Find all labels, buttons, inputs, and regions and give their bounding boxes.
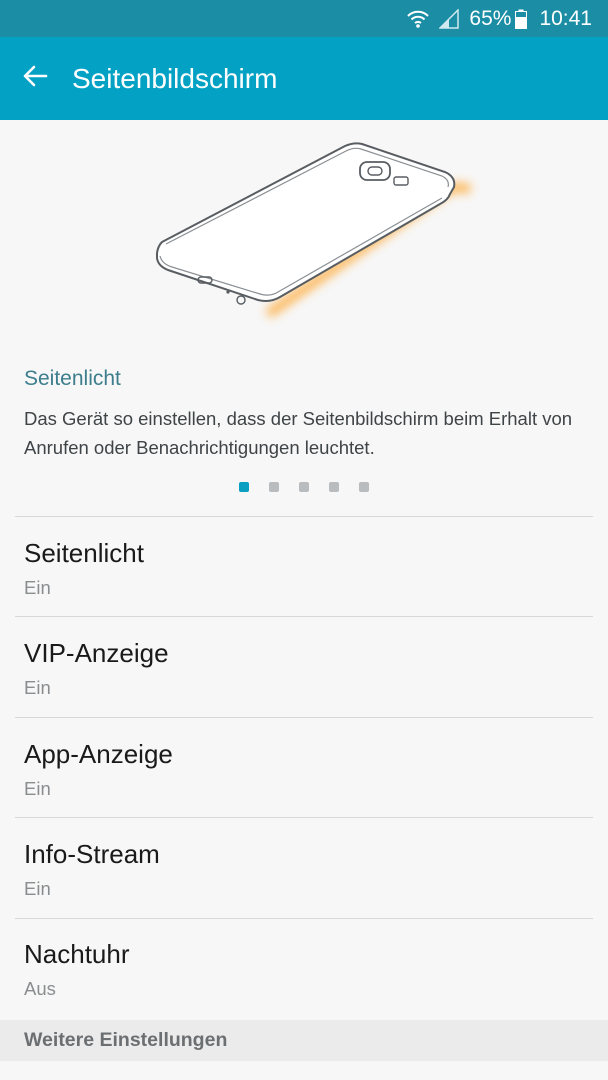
battery-icon (515, 9, 528, 29)
battery-percent: 65% (469, 6, 512, 30)
page-title: Seitenbildschirm (72, 62, 278, 94)
setting-item-seitenlicht[interactable]: Seitenlicht Ein (0, 517, 608, 617)
section-header: Weitere Einstellungen (0, 1020, 608, 1061)
setting-value: Ein (24, 577, 51, 598)
signal-icon (439, 8, 460, 29)
clock: 10:41 (539, 6, 592, 30)
setting-value: Ein (24, 878, 51, 899)
page-dot-active[interactable] (239, 482, 249, 492)
setting-title: VIP-Anzeige (24, 638, 169, 668)
setting-value: Ein (24, 778, 51, 799)
setting-title: Seitenlicht (24, 538, 144, 568)
setting-title: Nachtuhr (24, 939, 130, 969)
status-bar: 65% 10:41 (0, 0, 608, 37)
back-button[interactable] (0, 37, 70, 120)
arrow-left-icon (22, 64, 48, 93)
page-dot[interactable] (269, 482, 279, 492)
page-dot[interactable] (329, 482, 339, 492)
page-indicator (239, 482, 389, 492)
setting-title: App-Anzeige (24, 739, 173, 769)
setting-value: Aus (24, 978, 56, 999)
setting-value: Ein (24, 677, 51, 698)
setting-item-info-stream[interactable]: Info-Stream Ein (0, 818, 608, 918)
app-bar: Seitenbildschirm (0, 37, 608, 120)
setting-item-app-anzeige[interactable]: App-Anzeige Ein (0, 718, 608, 818)
setting-title: Info-Stream (24, 839, 160, 869)
page-dot[interactable] (299, 482, 309, 492)
setting-item-vip-anzeige[interactable]: VIP-Anzeige Ein (0, 617, 608, 717)
phone-edge-lighting-illustration (140, 132, 480, 332)
feature-title: Seitenlicht (24, 367, 121, 390)
feature-description: Das Gerät so einstellen, dass der Seiten… (24, 408, 573, 458)
page-dot[interactable] (359, 482, 369, 492)
wifi-icon (407, 9, 430, 29)
setting-item-nachtuhr[interactable]: Nachtuhr Aus (0, 918, 608, 1018)
